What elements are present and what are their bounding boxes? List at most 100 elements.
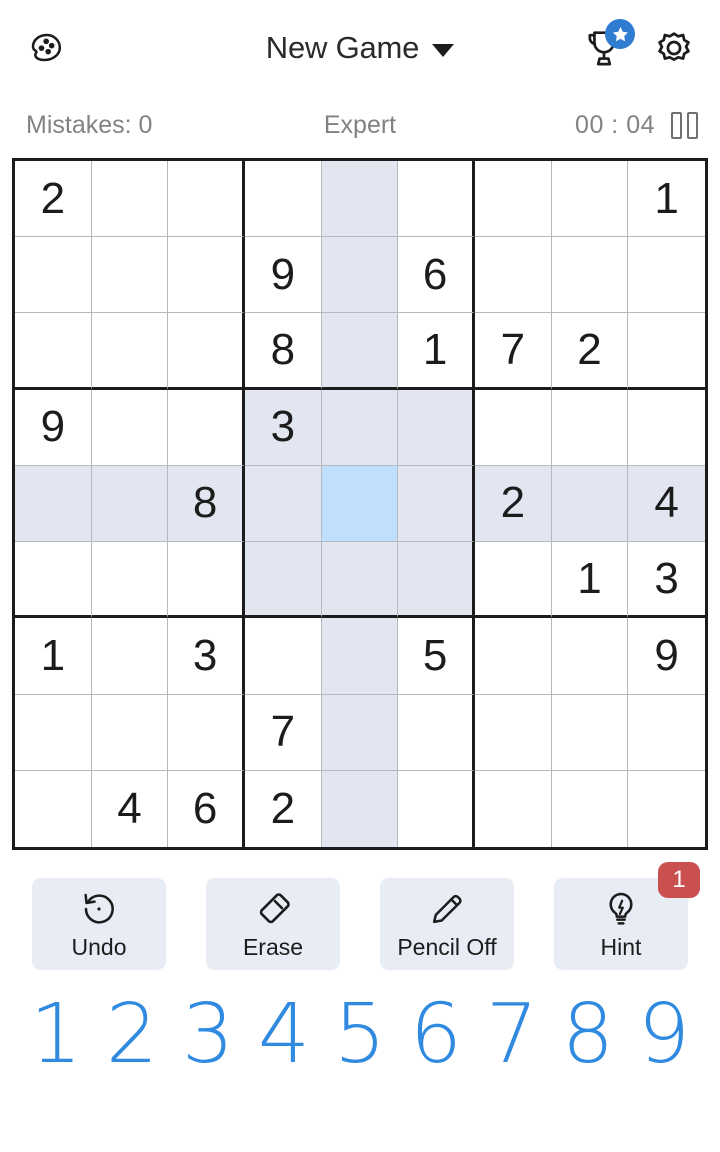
sudoku-cell-r3c3[interactable] — [168, 313, 245, 390]
palette-icon[interactable] — [22, 24, 70, 72]
sudoku-cell-r8c8[interactable] — [551, 694, 629, 771]
sudoku-grid[interactable]: 21968172938241313597462 — [12, 158, 708, 850]
numpad-key-2[interactable]: 2 — [98, 994, 166, 1076]
sudoku-cell-r1c5[interactable] — [321, 161, 399, 238]
sudoku-cell-r5c4[interactable] — [244, 465, 322, 543]
sudoku-cell-r6c9[interactable]: 3 — [628, 542, 705, 619]
sudoku-cell-r2c2[interactable] — [91, 237, 169, 314]
sudoku-cell-r7c9[interactable]: 9 — [628, 618, 705, 695]
sudoku-cell-r8c9[interactable] — [628, 694, 705, 771]
numpad-key-1[interactable]: 1 — [22, 994, 90, 1076]
sudoku-cell-r3c7[interactable]: 7 — [474, 313, 552, 390]
sudoku-cell-r6c3[interactable] — [168, 542, 245, 619]
sudoku-cell-r5c3[interactable]: 8 — [168, 465, 245, 543]
sudoku-cell-r4c6[interactable] — [398, 389, 475, 466]
sudoku-cell-r3c6[interactable]: 1 — [398, 313, 475, 390]
sudoku-cell-r9c5[interactable] — [321, 770, 399, 847]
sudoku-cell-r9c6[interactable] — [398, 770, 475, 847]
sudoku-cell-r3c4[interactable]: 8 — [244, 313, 322, 390]
sudoku-cell-r9c1[interactable] — [15, 770, 92, 847]
sudoku-cell-r3c2[interactable] — [91, 313, 169, 390]
sudoku-cell-r2c1[interactable] — [15, 237, 92, 314]
sudoku-cell-r1c1[interactable]: 2 — [15, 161, 92, 238]
sudoku-cell-r5c2[interactable] — [91, 465, 169, 543]
sudoku-cell-r3c5[interactable] — [321, 313, 399, 390]
sudoku-cell-r5c6[interactable] — [398, 465, 475, 543]
undo-button[interactable]: Undo — [32, 878, 166, 970]
sudoku-cell-r4c2[interactable] — [91, 389, 169, 466]
sudoku-cell-r4c9[interactable] — [628, 389, 705, 466]
sudoku-cell-r6c2[interactable] — [91, 542, 169, 619]
sudoku-cell-r1c8[interactable] — [551, 161, 629, 238]
new-game-button[interactable]: New Game — [266, 30, 455, 66]
sudoku-cell-r7c7[interactable] — [474, 618, 552, 695]
settings-button[interactable] — [650, 24, 698, 72]
sudoku-cell-r2c7[interactable] — [474, 237, 552, 314]
sudoku-cell-r5c7[interactable]: 2 — [474, 465, 552, 543]
sudoku-cell-r4c8[interactable] — [551, 389, 629, 466]
pause-icon[interactable] — [671, 111, 698, 139]
sudoku-cell-r4c3[interactable] — [168, 389, 245, 466]
sudoku-cell-r2c9[interactable] — [628, 237, 705, 314]
pencil-button[interactable]: Pencil Off — [380, 878, 514, 970]
sudoku-cell-r8c1[interactable] — [15, 694, 92, 771]
numpad-key-4[interactable]: 4 — [250, 994, 318, 1076]
sudoku-cell-r7c8[interactable] — [551, 618, 629, 695]
sudoku-cell-r8c7[interactable] — [474, 694, 552, 771]
sudoku-cell-r9c4[interactable]: 2 — [244, 770, 322, 847]
sudoku-cell-r7c1[interactable]: 1 — [15, 618, 92, 695]
numpad-key-8[interactable]: 8 — [554, 994, 622, 1076]
sudoku-cell-r7c3[interactable]: 3 — [168, 618, 245, 695]
sudoku-cell-r9c7[interactable] — [474, 770, 552, 847]
sudoku-cell-r1c3[interactable] — [168, 161, 245, 238]
sudoku-cell-r4c5[interactable] — [321, 389, 399, 466]
numpad-key-3[interactable]: 3 — [174, 994, 242, 1076]
sudoku-cell-r1c4[interactable] — [244, 161, 322, 238]
sudoku-cell-r5c5[interactable] — [321, 465, 399, 543]
sudoku-cell-r8c3[interactable] — [168, 694, 245, 771]
sudoku-cell-r3c8[interactable]: 2 — [551, 313, 629, 390]
sudoku-cell-r4c1[interactable]: 9 — [15, 389, 92, 466]
numpad-key-5[interactable]: 5 — [326, 994, 394, 1076]
sudoku-cell-r1c7[interactable] — [474, 161, 552, 238]
sudoku-cell-r4c4[interactable]: 3 — [244, 389, 322, 466]
sudoku-cell-r2c4[interactable]: 9 — [244, 237, 322, 314]
numpad-key-6[interactable]: 6 — [402, 994, 470, 1076]
sudoku-cell-r1c2[interactable] — [91, 161, 169, 238]
sudoku-cell-r6c5[interactable] — [321, 542, 399, 619]
sudoku-cell-r2c3[interactable] — [168, 237, 245, 314]
sudoku-cell-r1c6[interactable] — [398, 161, 475, 238]
sudoku-cell-r2c6[interactable]: 6 — [398, 237, 475, 314]
sudoku-cell-r5c8[interactable] — [551, 465, 629, 543]
trophy-button[interactable] — [580, 19, 635, 72]
sudoku-cell-r7c5[interactable] — [321, 618, 399, 695]
sudoku-cell-r6c1[interactable] — [15, 542, 92, 619]
sudoku-cell-r3c9[interactable] — [628, 313, 705, 390]
sudoku-cell-r3c1[interactable] — [15, 313, 92, 390]
sudoku-cell-r6c8[interactable]: 1 — [551, 542, 629, 619]
sudoku-cell-r8c4[interactable]: 7 — [244, 694, 322, 771]
sudoku-cell-r6c6[interactable] — [398, 542, 475, 619]
sudoku-cell-r6c7[interactable] — [474, 542, 552, 619]
sudoku-cell-r8c6[interactable] — [398, 694, 475, 771]
sudoku-cell-r5c9[interactable]: 4 — [628, 465, 705, 543]
sudoku-cell-r1c9[interactable]: 1 — [628, 161, 705, 238]
sudoku-cell-r6c4[interactable] — [244, 542, 322, 619]
sudoku-cell-r2c8[interactable] — [551, 237, 629, 314]
sudoku-cell-r4c7[interactable] — [474, 389, 552, 466]
erase-button[interactable]: Erase — [206, 878, 340, 970]
numpad-key-7[interactable]: 7 — [478, 994, 546, 1076]
sudoku-cell-r9c3[interactable]: 6 — [168, 770, 245, 847]
sudoku-cell-r9c2[interactable]: 4 — [91, 770, 169, 847]
sudoku-cell-r9c9[interactable] — [628, 770, 705, 847]
sudoku-cell-r8c5[interactable] — [321, 694, 399, 771]
number-pad[interactable]: 123456789 — [0, 970, 720, 1076]
sudoku-cell-r2c5[interactable] — [321, 237, 399, 314]
sudoku-cell-r5c1[interactable] — [15, 465, 92, 543]
sudoku-cell-r9c8[interactable] — [551, 770, 629, 847]
hint-button[interactable]: Hint 1 — [554, 862, 700, 970]
sudoku-cell-r8c2[interactable] — [91, 694, 169, 771]
numpad-key-9[interactable]: 9 — [630, 994, 698, 1076]
sudoku-cell-r7c2[interactable] — [91, 618, 169, 695]
sudoku-cell-r7c6[interactable]: 5 — [398, 618, 475, 695]
